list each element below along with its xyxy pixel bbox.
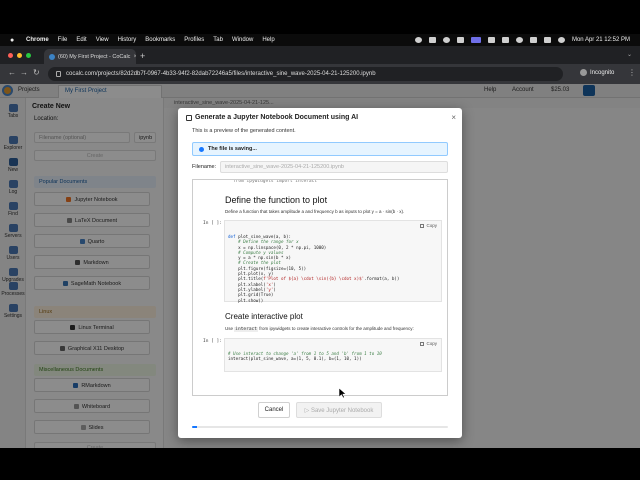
cancel-button[interactable]: Cancel	[258, 402, 290, 418]
menu-history[interactable]: History	[118, 37, 137, 43]
info-icon	[199, 146, 204, 152]
close-window-button[interactable]	[8, 53, 13, 58]
mouse-cursor-icon	[338, 385, 347, 403]
menu-profiles[interactable]: Profiles	[184, 37, 204, 43]
clock[interactable]: Mon Apr 21 12:52 PM	[572, 37, 630, 43]
preview-paragraph-1: Define a function that takes amplitude a…	[225, 209, 405, 214]
macos-menubar: ● Chrome File Edit View History Bookmark…	[0, 34, 640, 46]
dialog-subtitle: This is a preview of the generated conte…	[192, 128, 296, 134]
filename-label: Filename:	[192, 164, 217, 170]
code-cell-2-source: # Use interact to change 'a' from 1 to 5…	[228, 351, 382, 362]
menu-app-name[interactable]: Chrome	[26, 37, 49, 43]
cell-2-prompt: In [ ]:	[203, 339, 222, 344]
battery-icon[interactable]	[487, 37, 495, 43]
wifi-icon[interactable]	[515, 37, 523, 43]
record-icon[interactable]	[414, 37, 422, 43]
cocalc-favicon-icon	[49, 53, 55, 60]
save-notebook-button[interactable]: ▷ Save Jupyter Notebook	[296, 402, 382, 418]
at-icon[interactable]	[442, 37, 450, 43]
close-tab-icon[interactable]: ×	[133, 54, 136, 60]
paint-icon[interactable]	[456, 37, 464, 43]
copy-icon	[420, 223, 425, 228]
gear-icon[interactable]	[428, 37, 436, 43]
copy-button-2[interactable]: Copy	[420, 341, 437, 346]
browser-tab-title: (60) My First Project - CoCalc	[58, 53, 131, 60]
incognito-icon	[580, 69, 587, 76]
tab-search-icon[interactable]: ⌄	[627, 51, 632, 58]
code-cell-2[interactable]: Copy # Use interact to change 'a' from 1…	[224, 338, 442, 372]
address-bar[interactable]: cocalc.com/projects/82d2db7f-0967-4b33-9…	[48, 67, 563, 81]
screen-share-icon[interactable]	[470, 37, 481, 43]
browser-tabstrip: (60) My First Project - CoCalc × + ⌄	[0, 46, 640, 64]
screen: ● Chrome File Edit View History Bookmark…	[0, 0, 640, 480]
incognito-label: Incognito	[590, 69, 615, 76]
minimize-window-button[interactable]	[17, 53, 22, 58]
close-icon[interactable]: ×	[451, 113, 456, 122]
preview-heading-1: Define the function to plot	[225, 195, 328, 205]
menu-bookmarks[interactable]: Bookmarks	[145, 37, 175, 43]
ai-robot-icon	[186, 114, 192, 121]
status-icons: Mon Apr 21 12:52 PM	[414, 34, 630, 46]
saving-progress-fill	[192, 426, 198, 428]
browser-menu-icon[interactable]: ⋮	[628, 68, 636, 77]
menu-help[interactable]: Help	[262, 37, 274, 43]
menu-view[interactable]: View	[96, 37, 109, 43]
menu-file[interactable]: File	[58, 37, 68, 43]
play-icon[interactable]	[501, 37, 509, 43]
preview-heading-2: Create interactive plot	[225, 312, 303, 321]
ai-generate-dialog: Generate a Jupyter Notebook Document usi…	[178, 108, 462, 438]
dialog-title: Generate a Jupyter Notebook Document usi…	[186, 114, 358, 121]
preview-cut-line: from ipywidgets import interact	[233, 179, 317, 184]
url-text: cocalc.com/projects/82d2db7f-0967-4b33-9…	[66, 71, 376, 77]
code-cell-1-source: def plot_sine_wave(a, b): # Define the r…	[228, 234, 400, 303]
browser-tab[interactable]: (60) My First Project - CoCalc ×	[44, 49, 136, 64]
user-icon[interactable]	[557, 37, 565, 43]
filename-field[interactable]: interactive_sine_wave-2025-04-21-125200.…	[220, 161, 448, 173]
control-center-icon[interactable]	[543, 37, 551, 43]
preview-paragraph-2: Use interact from ipywidgets to create i…	[225, 326, 414, 332]
saving-alert: The file is saving...	[192, 142, 448, 156]
browser-toolbar: ← → ↻ cocalc.com/projects/82d2db7f-0967-…	[0, 64, 640, 84]
menu-window[interactable]: Window	[232, 37, 253, 43]
cell-1-prompt: In [ ]:	[203, 221, 222, 226]
incognito-indicator[interactable]: Incognito	[580, 69, 614, 76]
reload-button[interactable]: ↻	[33, 68, 40, 77]
saving-progress-bar	[192, 426, 448, 428]
back-button[interactable]: ←	[8, 68, 16, 77]
copy-button-1[interactable]: Copy	[420, 223, 437, 228]
site-info-icon[interactable]	[56, 71, 61, 77]
menu-edit[interactable]: Edit	[76, 37, 86, 43]
code-cell-1[interactable]: Copy def plot_sine_wave(a, b): # Define …	[224, 220, 442, 303]
apple-icon[interactable]: ●	[10, 37, 18, 44]
window-controls	[8, 53, 31, 58]
menu-tab[interactable]: Tab	[213, 37, 223, 43]
new-tab-button[interactable]: +	[140, 51, 145, 61]
copy-icon	[420, 341, 425, 346]
search-icon[interactable]	[529, 37, 537, 43]
forward-button[interactable]: →	[20, 68, 28, 77]
zoom-window-button[interactable]	[26, 53, 31, 58]
notebook-preview[interactable]: from ipywidgets import interact Define t…	[192, 179, 448, 396]
